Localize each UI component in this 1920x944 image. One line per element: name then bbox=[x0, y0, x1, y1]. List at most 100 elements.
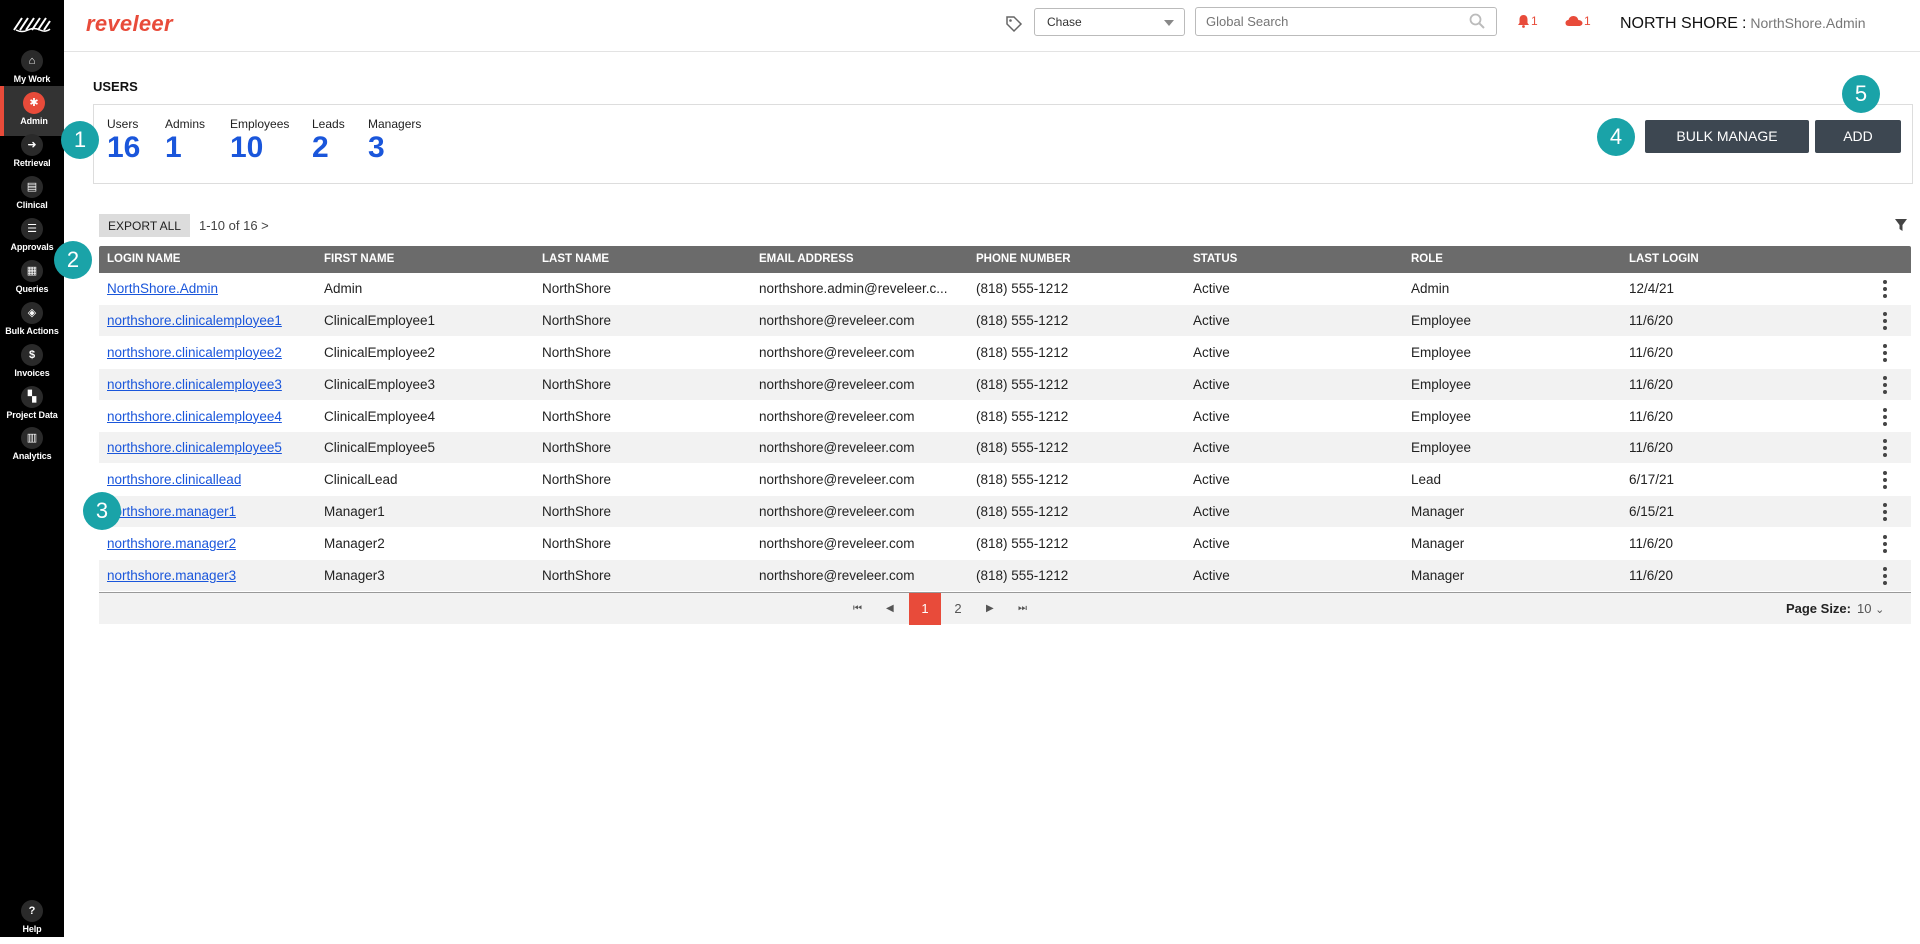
table-row[interactable]: northshore.clinicalemployee4 ClinicalEmpl… bbox=[99, 401, 1911, 433]
global-search-input[interactable] bbox=[1195, 7, 1497, 36]
cell-role: Employee bbox=[1411, 312, 1472, 328]
cell-first-name: ClinicalLead bbox=[324, 472, 398, 488]
filter-icon[interactable] bbox=[1894, 218, 1908, 232]
login-name-link[interactable]: NorthShore.Admin bbox=[107, 281, 218, 296]
tag-icon[interactable] bbox=[1005, 15, 1023, 33]
more-actions-icon[interactable] bbox=[1883, 311, 1887, 330]
cell-status: Active bbox=[1193, 568, 1230, 584]
more-actions-icon[interactable] bbox=[1883, 439, 1887, 458]
cell-phone: (818) 555-1212 bbox=[976, 568, 1069, 584]
cell-email: northshore@reveleer.com bbox=[759, 344, 915, 360]
table-row[interactable]: northshore.manager2 Manager2 NorthShore nor… bbox=[99, 528, 1911, 561]
notifications-button[interactable]: 1 bbox=[1517, 14, 1538, 28]
chase-select[interactable]: Chase bbox=[1034, 8, 1185, 36]
more-actions-icon[interactable] bbox=[1883, 375, 1887, 394]
col-last-login[interactable]: LAST LOGIN bbox=[1629, 253, 1699, 265]
cell-last-login: 11/6/20 bbox=[1629, 536, 1674, 552]
stat-admins: Admins 1 bbox=[165, 117, 206, 164]
cloud-button[interactable]: 1 bbox=[1565, 14, 1591, 28]
cell-first-name: ClinicalEmployee2 bbox=[324, 344, 436, 360]
cell-last-login: 6/15/21 bbox=[1629, 504, 1675, 520]
col-status[interactable]: STATUS bbox=[1193, 253, 1237, 265]
pager: ⏮ ◀ 1 2 ▶ ⏭ Page Size: 10 ⌄ bbox=[99, 592, 1911, 625]
table-row[interactable]: northshore.manager1 Manager1 NorthShore nor… bbox=[99, 496, 1911, 529]
cell-last-name: NorthShore bbox=[542, 536, 612, 552]
cell-phone: (818) 555-1212 bbox=[976, 440, 1069, 456]
login-name-link[interactable]: northshore.manager2 bbox=[107, 536, 236, 551]
login-name-link[interactable]: northshore.manager3 bbox=[107, 568, 236, 583]
col-first-name[interactable]: FIRST NAME bbox=[324, 253, 394, 265]
cell-first-name: ClinicalEmployee5 bbox=[324, 440, 436, 456]
callout-badge-2: 2 bbox=[54, 241, 92, 279]
login-name-link[interactable]: northshore.clinicallead bbox=[107, 472, 241, 487]
cell-phone: (818) 555-1212 bbox=[976, 376, 1069, 392]
page-1-button[interactable]: 1 bbox=[909, 593, 941, 625]
table-row[interactable]: northshore.clinicalemployee5 ClinicalEmpl… bbox=[99, 432, 1911, 465]
table-row[interactable]: northshore.clinicalemployee3 ClinicalEmpl… bbox=[99, 368, 1911, 401]
more-actions-icon[interactable] bbox=[1883, 471, 1887, 490]
cell-last-name: NorthShore bbox=[542, 440, 612, 456]
page-size-label: Page Size: bbox=[1785, 601, 1851, 616]
col-role[interactable]: ROLE bbox=[1411, 253, 1443, 265]
cell-email: northshore@reveleer.com bbox=[759, 440, 915, 456]
org-user-info[interactable]: NORTH SHORE: NorthShore.Admin bbox=[1620, 15, 1866, 33]
export-all-button[interactable]: EXPORT ALL bbox=[99, 214, 190, 237]
search-icon[interactable] bbox=[1469, 13, 1485, 29]
first-page-icon[interactable]: ⏮ bbox=[853, 603, 862, 614]
table-row[interactable]: NorthShore.Admin Admin NorthShore northshor… bbox=[99, 273, 1911, 305]
table-row[interactable]: northshore.clinicalemployee2 ClinicalEmpl… bbox=[99, 337, 1911, 369]
callout-badge-3: 3 bbox=[83, 492, 121, 530]
clipboard-icon: ▤ bbox=[21, 176, 43, 198]
bulk-manage-users-button[interactable]: BULK MANAGE USERS bbox=[1645, 120, 1809, 177]
col-last-name[interactable]: LAST NAME bbox=[542, 253, 609, 265]
table-header: LOGIN NAME FIRST NAME LAST NAME EMAIL AD… bbox=[99, 246, 1911, 273]
cell-status: Active bbox=[1193, 536, 1230, 552]
stat-managers: Managers 3 bbox=[368, 117, 422, 164]
login-name-link[interactable]: northshore.clinicalemployee4 bbox=[107, 409, 282, 424]
cell-phone: (818) 555-1212 bbox=[976, 536, 1069, 552]
more-actions-icon[interactable] bbox=[1883, 535, 1887, 554]
nav-item-analytics[interactable]: ▥ Analytics bbox=[0, 421, 64, 471]
last-page-icon[interactable]: ⏭ bbox=[1018, 603, 1027, 614]
cell-phone: (818) 555-1212 bbox=[976, 472, 1069, 488]
cell-role: Admin bbox=[1411, 281, 1450, 296]
more-actions-icon[interactable] bbox=[1883, 343, 1887, 362]
col-login-name[interactable]: LOGIN NAME bbox=[107, 253, 180, 265]
login-name-link[interactable]: northshore.manager1 bbox=[107, 504, 236, 519]
cell-status: Active bbox=[1193, 376, 1230, 392]
cell-last-login: 11/6/20 bbox=[1629, 344, 1674, 360]
callout-badge-4: 4 bbox=[1597, 118, 1635, 156]
page-title: USERS bbox=[93, 79, 138, 94]
login-name-link[interactable]: northshore.clinicalemployee2 bbox=[107, 345, 282, 360]
list-icon: ☰ bbox=[21, 218, 43, 240]
add-user-button[interactable]: ADD USER bbox=[1815, 120, 1901, 177]
logo-icon[interactable] bbox=[12, 14, 52, 34]
more-actions-icon[interactable] bbox=[1883, 280, 1887, 298]
login-name-link[interactable]: northshore.clinicalemployee1 bbox=[107, 313, 282, 328]
more-actions-icon[interactable] bbox=[1883, 407, 1887, 426]
cell-last-name: NorthShore bbox=[542, 344, 612, 360]
more-actions-icon[interactable] bbox=[1883, 567, 1887, 586]
cell-email: northshore@reveleer.com bbox=[759, 504, 915, 520]
table-row[interactable]: northshore.clinicallead ClinicalLead North… bbox=[99, 464, 1911, 497]
login-name-link[interactable]: northshore.clinicalemployee5 bbox=[107, 440, 282, 455]
col-phone[interactable]: PHONE NUMBER bbox=[976, 253, 1071, 265]
next-page-icon[interactable]: ▶ bbox=[986, 603, 994, 614]
layers-icon: ◈ bbox=[21, 302, 43, 324]
record-count[interactable]: 1-10 of 16 > bbox=[199, 218, 269, 233]
user-name: NorthShore.Admin bbox=[1750, 15, 1866, 31]
cell-last-login: 11/6/20 bbox=[1629, 408, 1674, 424]
login-name-link[interactable]: northshore.clinicalemployee3 bbox=[107, 377, 282, 392]
page-size-select[interactable]: 10 ⌄ bbox=[1857, 601, 1901, 616]
page-2-button[interactable]: 2 bbox=[942, 593, 974, 625]
cell-status: Active bbox=[1193, 344, 1230, 360]
cell-phone: (818) 555-1212 bbox=[976, 281, 1069, 296]
cell-role: Manager bbox=[1411, 536, 1465, 552]
prev-page-icon[interactable]: ◀ bbox=[886, 603, 894, 614]
table-row[interactable]: northshore.clinicalemployee1 ClinicalEmpl… bbox=[99, 304, 1911, 337]
cell-email: northshore@reveleer.com bbox=[759, 312, 915, 328]
col-email[interactable]: EMAIL ADDRESS bbox=[759, 253, 854, 265]
table-row[interactable]: northshore.manager3 Manager3 NorthShore nor… bbox=[99, 560, 1911, 592]
cell-login-name: northshore.clinicalemployee1 bbox=[107, 313, 282, 328]
more-actions-icon[interactable] bbox=[1883, 503, 1887, 522]
